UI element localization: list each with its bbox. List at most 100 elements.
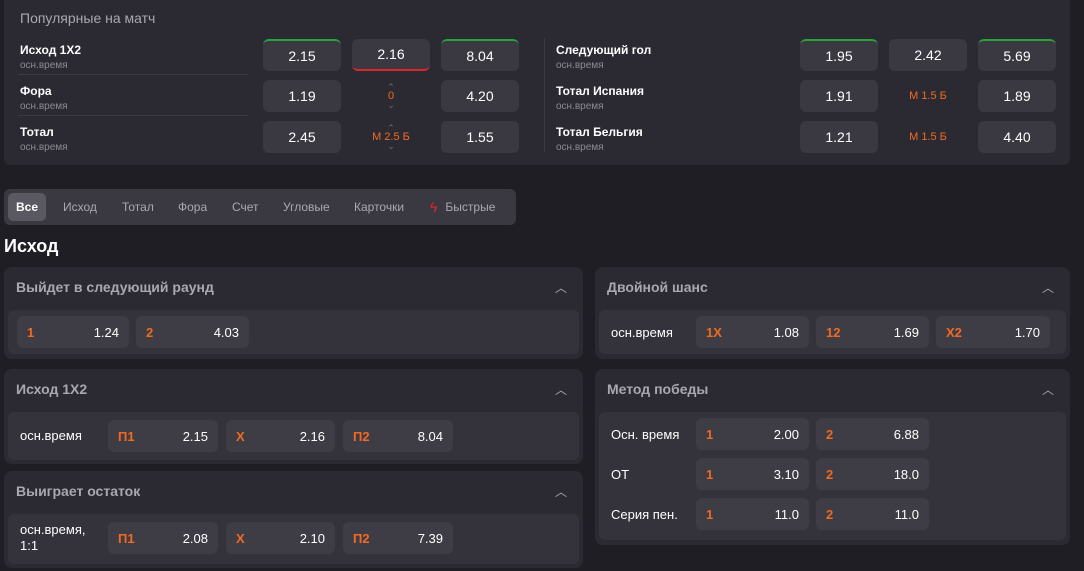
market-sub: осн.время (20, 142, 68, 153)
odd-button[interactable]: 1.91 (800, 80, 878, 112)
market-card-remainder: Выиграет остаток ︿ осн.время, 1:1 П1 2.0… (4, 471, 583, 568)
tab-fast[interactable]: ϟ Быстрые (422, 193, 503, 221)
odd-key: П2 (353, 429, 370, 444)
odd-button[interactable]: 2 18.0 (816, 458, 929, 490)
period-label: ОТ (611, 467, 630, 482)
odd-button[interactable]: 1.89 (978, 80, 1056, 112)
chevron-up-icon[interactable]: ︿ (555, 483, 567, 500)
market-card-double-chance: Двойной шанс ︿ осн.время 1Х 1.08 12 1.69… (595, 267, 1070, 359)
card-title: Метод победы (607, 381, 709, 397)
odd-value: 6.88 (893, 427, 919, 442)
tab-total[interactable]: Тотал (114, 193, 162, 221)
odd-button[interactable]: 4.40 (978, 121, 1056, 153)
odd-button[interactable]: Х2 1.70 (936, 316, 1050, 348)
odd-value: 4.03 (213, 325, 239, 340)
odd-value: 2.08 (182, 531, 208, 546)
odd-key: Х2 (946, 325, 962, 340)
card-body: осн.время, 1:1 П1 2.08 Х 2.10 П2 7.39 (8, 514, 579, 564)
market-name: Фора (20, 84, 52, 98)
odd-button[interactable]: 1 1.24 (17, 316, 129, 348)
tab-score[interactable]: Счет (224, 193, 267, 221)
odd-button[interactable]: 1 2.00 (696, 418, 809, 450)
tab-all[interactable]: Все (8, 193, 47, 221)
chevron-up-icon[interactable]: ︿ (1042, 381, 1054, 398)
odd-key: 2 (826, 467, 834, 482)
odd-button[interactable]: П1 2.08 (108, 522, 218, 554)
market-name: Тотал Испания (556, 84, 644, 98)
odd-button[interactable]: 2 6.88 (816, 418, 929, 450)
odd-button[interactable]: 2.16 (352, 39, 430, 71)
odd-button[interactable]: 1.19 (263, 80, 341, 112)
odd-button[interactable]: 2 11.0 (816, 498, 929, 530)
period-label: Осн. время (611, 427, 680, 442)
chevron-up-icon[interactable]: ︿ (555, 381, 567, 398)
period-label: осн.время (611, 325, 673, 340)
chevron-up-icon[interactable]: ︿ (1042, 279, 1054, 296)
tab-outcome[interactable]: Исход (55, 193, 105, 221)
total-value: М 1.5 Б (909, 131, 947, 143)
odd-button[interactable]: 8.04 (441, 39, 519, 71)
odd-button[interactable]: 4.20 (441, 80, 519, 112)
odd-button[interactable]: 5.69 (978, 39, 1056, 71)
odd-value: 2.15 (182, 429, 208, 444)
market-sub: осн.время (20, 60, 68, 71)
period-label: осн.время (20, 428, 82, 443)
card-title: Выиграет остаток (16, 483, 141, 499)
odd-button[interactable]: 1Х 1.08 (696, 316, 809, 348)
chevron-up-icon[interactable]: ︿ (555, 279, 567, 296)
chevron-down-icon[interactable]: ⌄ (352, 142, 430, 151)
chevron-down-icon[interactable]: ⌄ (352, 101, 430, 110)
odd-button[interactable]: П1 2.15 (108, 420, 218, 452)
row-divider (18, 115, 248, 116)
odd-key: Х (236, 429, 245, 444)
market-sub: осн.время (556, 142, 604, 153)
odd-button[interactable]: 1.21 (800, 121, 878, 153)
odd-button[interactable]: 2.45 (263, 121, 341, 153)
total-value: М 1.5 Б (909, 90, 947, 102)
market-card-outcome: Исход 1Х2 ︿ осн.время П1 2.15 Х 2.16 П2 … (4, 369, 583, 464)
odd-key: П1 (118, 429, 135, 444)
row-divider (18, 74, 248, 75)
odd-value: 11.0 (894, 507, 919, 522)
odd-key: 2 (826, 507, 834, 522)
odd-key: 1 (706, 427, 714, 442)
odd-key: 12 (826, 325, 841, 340)
odd-value: 2.00 (773, 427, 799, 442)
odd-key: П2 (353, 531, 370, 546)
market-sub: осн.время (20, 101, 68, 112)
odd-button[interactable]: 2.15 (263, 39, 341, 71)
odd-key: 1 (706, 467, 714, 482)
odd-key: 1Х (706, 325, 722, 340)
odd-button[interactable]: 2 4.03 (136, 316, 249, 348)
odd-button[interactable]: 2.42 (889, 39, 967, 71)
lightning-icon: ϟ (430, 199, 438, 215)
odd-button[interactable]: Х 2.16 (226, 420, 335, 452)
column-divider (544, 38, 545, 152)
period-label: осн.время, 1:1 (20, 522, 86, 553)
tab-corners[interactable]: Угловые (275, 193, 338, 221)
card-body: Осн. время 1 2.00 2 6.88 ОТ 1 3.10 2 18.… (599, 412, 1066, 540)
odd-value: 1.69 (893, 325, 919, 340)
odd-button[interactable]: П2 8.04 (343, 420, 453, 452)
tab-handicap[interactable]: Фора (170, 193, 215, 221)
market-name: Тотал (20, 125, 54, 139)
odd-button[interactable]: 1.55 (441, 121, 519, 153)
popular-title: Популярные на матч (20, 10, 156, 26)
odd-button[interactable]: 1 11.0 (696, 498, 809, 530)
market-card-next-round: Выйдет в следующий раунд ︿ 1 1.24 2 4.03 (4, 267, 583, 359)
odd-key: 2 (826, 427, 834, 442)
card-body: осн.время 1Х 1.08 12 1.69 Х2 1.70 (599, 310, 1066, 354)
odd-value: 2.10 (299, 531, 325, 546)
odd-button[interactable]: Х 2.10 (226, 522, 335, 554)
card-body: 1 1.24 2 4.03 (8, 310, 579, 354)
market-sub: осн.время (556, 60, 604, 71)
odd-button[interactable]: 1 3.10 (696, 458, 809, 490)
popular-markets-panel: Популярные на матч Исход 1Х2 осн.время 2… (4, 0, 1070, 165)
odd-button[interactable]: П2 7.39 (343, 522, 453, 554)
tab-cards[interactable]: Карточки (346, 193, 412, 221)
odd-button[interactable]: 1.95 (800, 39, 878, 71)
period-label: Серия пен. (611, 507, 678, 522)
odd-button[interactable]: 12 1.69 (816, 316, 929, 348)
card-title: Выйдет в следующий раунд (16, 279, 214, 295)
odd-value: 1.08 (773, 325, 799, 340)
